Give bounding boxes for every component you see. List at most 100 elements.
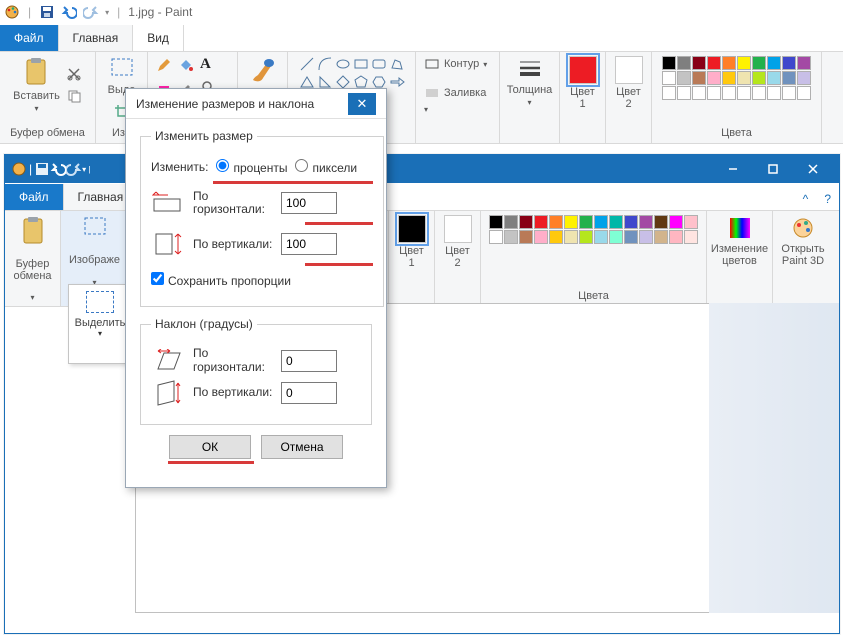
resize-v-input[interactable] xyxy=(281,233,337,255)
color2-swatch-2[interactable] xyxy=(444,215,472,243)
color-swatch[interactable] xyxy=(564,230,578,244)
color-swatch[interactable] xyxy=(579,215,593,229)
close-button[interactable] xyxy=(793,155,833,183)
color-swatch[interactable] xyxy=(579,230,593,244)
paste-dropdown-icon[interactable]: ▾ xyxy=(34,104,38,113)
color2-swatch[interactable] xyxy=(615,56,643,84)
color-swatch[interactable] xyxy=(737,71,751,85)
save-icon-2[interactable] xyxy=(34,161,50,177)
radio-pixels[interactable]: пиксели xyxy=(295,159,357,175)
color-swatch[interactable] xyxy=(692,71,706,85)
color-swatch[interactable] xyxy=(767,56,781,70)
color-swatch[interactable] xyxy=(767,71,781,85)
color-swatch[interactable] xyxy=(797,71,811,85)
color-swatch[interactable] xyxy=(722,71,736,85)
color-swatch[interactable] xyxy=(737,86,751,100)
color1-swatch-2[interactable] xyxy=(398,215,426,243)
select-tool-dropdown-icon[interactable]: ▾ xyxy=(98,329,102,338)
color-swatch[interactable] xyxy=(782,86,796,100)
cut-icon[interactable] xyxy=(66,66,82,82)
color-swatch[interactable] xyxy=(489,215,503,229)
color-swatch[interactable] xyxy=(692,86,706,100)
color-swatch[interactable] xyxy=(519,215,533,229)
help-icon[interactable]: ? xyxy=(816,188,839,210)
tab-home[interactable]: Главная xyxy=(59,25,134,51)
color-swatch[interactable] xyxy=(549,215,563,229)
shape-roundrect-icon[interactable] xyxy=(371,56,387,72)
skew-h-input[interactable] xyxy=(281,350,337,372)
minimize-button[interactable] xyxy=(713,155,753,183)
color-swatch[interactable] xyxy=(609,230,623,244)
color-swatch[interactable] xyxy=(707,56,721,70)
color-palette[interactable] xyxy=(662,56,811,100)
color-swatch[interactable] xyxy=(767,86,781,100)
color-swatch[interactable] xyxy=(752,56,766,70)
thickness-button[interactable]: Толщина ▾ xyxy=(507,56,553,107)
qat-dropdown-icon-2[interactable]: ▾ | xyxy=(82,165,90,174)
color-swatch[interactable] xyxy=(594,215,608,229)
skew-v-input[interactable] xyxy=(281,382,337,404)
resize-h-input[interactable] xyxy=(281,192,337,214)
shapes-gallery[interactable] xyxy=(299,56,405,90)
shape-rect-icon[interactable] xyxy=(353,56,369,72)
tab-file-2[interactable]: Файл xyxy=(5,184,64,210)
undo-icon[interactable] xyxy=(61,4,77,20)
color-swatch[interactable] xyxy=(519,230,533,244)
ribbon-collapse-icon[interactable]: ^ xyxy=(795,188,817,210)
color1-swatch[interactable] xyxy=(569,56,597,84)
shape-oval-icon[interactable] xyxy=(335,56,351,72)
text-icon[interactable]: A xyxy=(200,56,211,73)
save-icon[interactable] xyxy=(39,4,55,20)
color-swatch[interactable] xyxy=(624,230,638,244)
shape-arrow-icon[interactable] xyxy=(389,74,405,90)
paint3d-button[interactable]: Открыть Paint 3D xyxy=(781,215,824,267)
color-swatch[interactable] xyxy=(662,86,676,100)
color2-button[interactable]: Цвет 2 xyxy=(615,56,643,110)
cancel-button[interactable]: Отмена xyxy=(261,435,343,459)
shape-line-icon[interactable] xyxy=(299,56,315,72)
shape-curve-icon[interactable] xyxy=(317,56,333,72)
tab-view[interactable]: Вид xyxy=(133,25,184,51)
color-swatch[interactable] xyxy=(722,56,736,70)
color-swatch[interactable] xyxy=(707,86,721,100)
redo-icon[interactable] xyxy=(83,4,99,20)
radio-percent[interactable]: проценты xyxy=(216,159,287,175)
outline-dropdown-icon[interactable]: ▾ xyxy=(483,60,487,69)
ok-button[interactable]: ОК xyxy=(169,435,251,459)
edit-colors-button[interactable]: Изменение цветов xyxy=(711,215,768,267)
fill-button[interactable]: Заливка ▾ xyxy=(424,85,491,114)
paste-button-2[interactable] xyxy=(17,215,49,247)
color-swatch[interactable] xyxy=(782,56,796,70)
color-swatch[interactable] xyxy=(797,56,811,70)
paste-button[interactable]: Вставить ▾ xyxy=(13,56,60,113)
color-swatch[interactable] xyxy=(662,71,676,85)
color-swatch[interactable] xyxy=(624,215,638,229)
color-swatch[interactable] xyxy=(692,56,706,70)
fill-dropdown-icon[interactable]: ▾ xyxy=(424,105,428,114)
color-swatch[interactable] xyxy=(707,71,721,85)
color-swatch[interactable] xyxy=(677,71,691,85)
color-swatch[interactable] xyxy=(752,71,766,85)
copy-icon[interactable] xyxy=(66,88,82,104)
shape-poly-icon[interactable] xyxy=(389,56,405,72)
clipboard-dropdown-icon[interactable]: ▾ xyxy=(30,293,34,302)
color-swatch[interactable] xyxy=(737,56,751,70)
color-swatch[interactable] xyxy=(489,230,503,244)
color-swatch[interactable] xyxy=(654,215,668,229)
color-swatch[interactable] xyxy=(684,215,698,229)
color1-button-2[interactable]: Цвет 1 xyxy=(398,215,426,269)
color-swatch[interactable] xyxy=(609,215,623,229)
fill-icon[interactable] xyxy=(178,57,194,73)
color-swatch[interactable] xyxy=(722,86,736,100)
outline-button[interactable]: Контур ▾ xyxy=(424,56,487,72)
color-swatch[interactable] xyxy=(797,86,811,100)
image-button-2[interactable] xyxy=(82,215,108,241)
color-swatch[interactable] xyxy=(534,215,548,229)
qat-dropdown-icon[interactable]: ▾ xyxy=(105,8,109,17)
pencil-icon[interactable] xyxy=(156,57,172,73)
color1-button[interactable]: Цвет 1 xyxy=(569,56,597,110)
color-palette-2[interactable] xyxy=(489,215,698,244)
color-swatch[interactable] xyxy=(677,86,691,100)
color-swatch[interactable] xyxy=(669,230,683,244)
color-swatch[interactable] xyxy=(504,215,518,229)
